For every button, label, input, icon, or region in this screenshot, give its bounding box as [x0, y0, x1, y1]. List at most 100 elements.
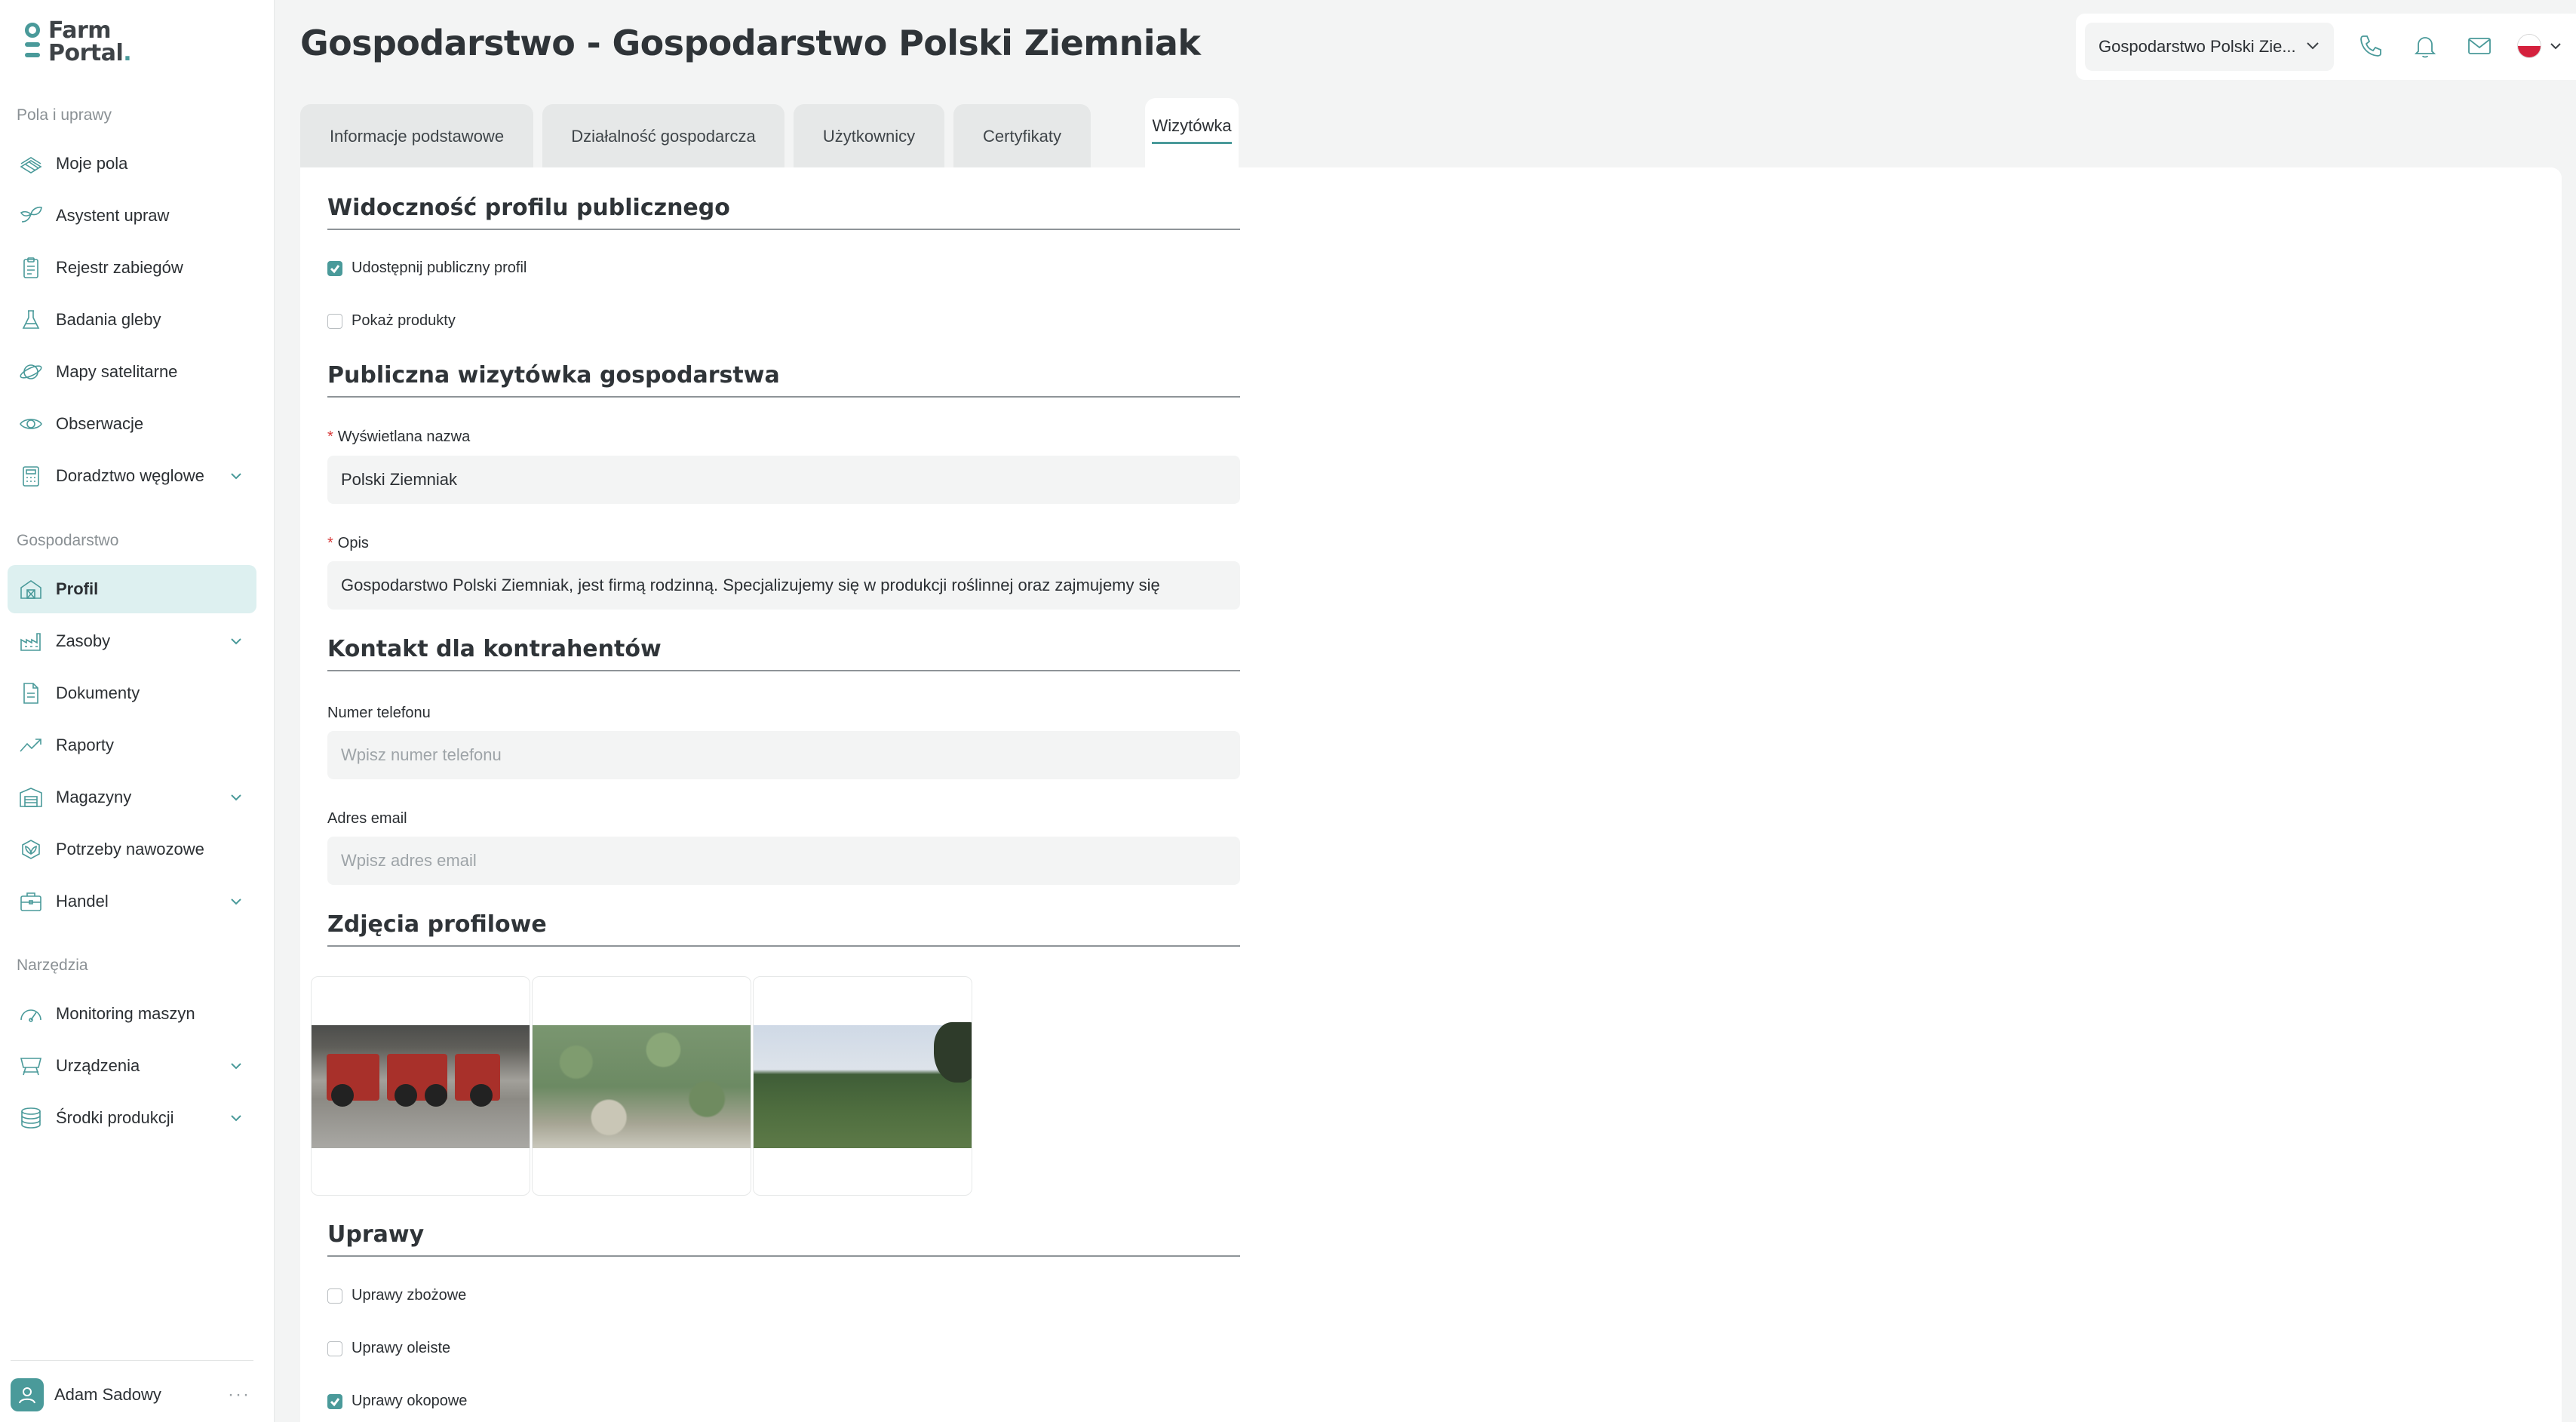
tab-dzialalnosc-gospodarcza[interactable]: Działalność gospodarcza	[542, 104, 784, 169]
sidebar-item-label: Dokumenty	[56, 683, 140, 702]
factory-icon	[18, 628, 44, 654]
email-label: Adres email	[327, 810, 407, 827]
checkbox-label: Pokaż produkty	[352, 312, 456, 329]
sidebar-item-rejestr-zabiegow[interactable]: Rejestr zabiegów	[8, 244, 256, 292]
user-menu[interactable]: Adam Sadowy ···	[11, 1377, 253, 1412]
section-title-visibility: Widoczność profilu publicznego	[327, 195, 1240, 230]
checkbox-checked-icon[interactable]	[327, 260, 342, 276]
mail-icon[interactable]	[2467, 33, 2494, 60]
sidebar-item-mapy-satelitarne[interactable]: Mapy satelitarne	[8, 348, 256, 396]
tab-informacje-podstawowe[interactable]: Informacje podstawowe	[300, 104, 533, 169]
device-icon	[18, 1053, 44, 1079]
required-mark: *	[327, 428, 333, 445]
sidebar-item-label: Potrzeby nawozowe	[56, 840, 204, 858]
sidebar-item-label: Zasoby	[56, 631, 111, 650]
farm-selector[interactable]: Gospodarstwo Polski Zie...	[2085, 23, 2334, 71]
sidebar-item-obserwacje[interactable]: Obserwacje	[8, 400, 256, 448]
display-name-field[interactable]	[327, 456, 1240, 504]
section-title-contact: Kontakt dla kontrahentów	[327, 636, 1240, 671]
photo-card-machinery[interactable]	[311, 976, 530, 1196]
chevron-down-icon[interactable]	[228, 633, 244, 650]
section-title-photos: Zdjęcia profilowe	[327, 911, 1240, 947]
user-name: Adam Sadowy	[54, 1385, 161, 1404]
checkbox-unchecked-icon[interactable]	[327, 313, 342, 329]
farm-portal-logo[interactable]: Farm Portal.	[23, 17, 132, 66]
sidebar-item-label: Handel	[56, 892, 109, 911]
checkbox-unchecked-icon[interactable]	[327, 1288, 342, 1304]
sprout-icon	[18, 203, 44, 229]
fields-icon	[18, 151, 44, 177]
sidebar-item-profil[interactable]: Profil	[8, 565, 256, 613]
sidebar-item-doradztwo-weglowe[interactable]: Doradztwo węglowe	[8, 452, 256, 500]
sidebar: Farm Portal. Pola i uprawy Moje pola Asy…	[0, 0, 275, 1422]
checkbox-label: Uprawy zbożowe	[352, 1287, 467, 1304]
sidebar-item-dokumenty[interactable]: Dokumenty	[8, 669, 256, 717]
checkbox-unchecked-icon[interactable]	[327, 1341, 342, 1356]
phone-field[interactable]	[327, 731, 1240, 779]
clipboard-icon	[18, 255, 44, 281]
leaf-box-icon	[18, 837, 44, 862]
sidebar-item-label: Asystent upraw	[56, 206, 170, 225]
sidebar-item-urzadzenia[interactable]: Urządzenia	[8, 1042, 256, 1090]
section-title-crops: Uprawy	[327, 1221, 1240, 1257]
tab-certyfikaty[interactable]: Certyfikaty	[953, 104, 1091, 169]
tab-uzytkownicy[interactable]: Użytkownicy	[794, 104, 944, 169]
eye-icon	[18, 411, 44, 437]
email-field[interactable]	[327, 837, 1240, 885]
sidebar-item-moje-pola[interactable]: Moje pola	[8, 140, 256, 188]
machinery-shed-photo	[312, 1025, 530, 1148]
crop-root-checkbox[interactable]: Uprawy okopowe	[327, 1393, 467, 1410]
avatar	[11, 1378, 44, 1411]
tab-wizytowka[interactable]: Wizytówka	[1145, 98, 1239, 169]
nav-section-title: Gospodarstwo	[17, 532, 119, 549]
checkbox-label: Udostępnij publiczny profil	[352, 260, 527, 276]
poland-flag-icon[interactable]	[2517, 34, 2541, 58]
sidebar-item-label: Raporty	[56, 736, 115, 754]
phone-label: Numer telefonu	[327, 705, 431, 721]
share-profile-checkbox[interactable]: Udostępnij publiczny profil	[327, 260, 527, 277]
phone-icon[interactable]	[2358, 33, 2385, 60]
crop-oilseed-checkbox[interactable]: Uprawy oleiste	[327, 1340, 450, 1357]
sidebar-item-label: Obserwacje	[56, 414, 144, 433]
sidebar-item-label: Magazyny	[56, 788, 132, 806]
sidebar-item-srodki-produkcji[interactable]: Środki produkcji	[8, 1094, 256, 1142]
farm-selector-value: Gospodarstwo Polski Zie...	[2099, 37, 2296, 56]
sidebar-item-asystent-upraw[interactable]: Asystent upraw	[8, 192, 256, 240]
potato-plants-photo	[533, 1025, 751, 1148]
sidebar-item-label: Badania gleby	[56, 310, 161, 329]
sidebar-item-raporty[interactable]: Raporty	[8, 721, 256, 769]
sidebar-item-potrzeby-nawozowe[interactable]: Potrzeby nawozowe	[8, 825, 256, 874]
sidebar-item-badania-gleby[interactable]: Badania gleby	[8, 296, 256, 344]
chevron-down-icon[interactable]	[2547, 38, 2564, 58]
planet-icon	[18, 359, 44, 385]
chevron-down-icon[interactable]	[228, 789, 244, 806]
warehouse-icon	[18, 785, 44, 810]
sidebar-item-label: Mapy satelitarne	[56, 362, 178, 381]
checkbox-checked-icon[interactable]	[327, 1393, 342, 1409]
field-landscape-photo	[754, 1022, 972, 1148]
chevron-down-icon[interactable]	[228, 893, 244, 910]
sidebar-item-zasoby[interactable]: Zasoby	[8, 617, 256, 665]
gauge-icon	[18, 1001, 44, 1027]
description-field[interactable]	[327, 561, 1240, 610]
sidebar-item-handel[interactable]: Handel	[8, 877, 256, 926]
bell-icon[interactable]	[2412, 33, 2439, 60]
chevron-down-icon[interactable]	[228, 1058, 244, 1074]
flask-icon	[18, 307, 44, 333]
photo-card-field[interactable]	[753, 976, 972, 1196]
chevron-down-icon[interactable]	[228, 1110, 244, 1126]
stack-icon	[18, 1105, 44, 1131]
logo-text: Farm Portal.	[48, 17, 132, 66]
wizytowka-panel: Widoczność profilu publicznego Udostępni…	[300, 167, 2562, 1422]
more-options-icon[interactable]: ···	[228, 1384, 250, 1405]
sidebar-item-monitoring-maszyn[interactable]: Monitoring maszyn	[8, 990, 256, 1038]
trend-icon	[18, 732, 44, 758]
nav-section-title: Narzędzia	[17, 957, 88, 974]
chevron-down-icon[interactable]	[228, 468, 244, 484]
photo-card-plants[interactable]	[532, 976, 751, 1196]
page-title: Gospodarstwo - Gospodarstwo Polski Ziemn…	[300, 23, 1201, 63]
show-products-checkbox[interactable]: Pokaż produkty	[327, 312, 456, 330]
crop-cereal-checkbox[interactable]: Uprawy zbożowe	[327, 1287, 466, 1304]
sidebar-item-label: Moje pola	[56, 154, 128, 173]
sidebar-item-magazyny[interactable]: Magazyny	[8, 773, 256, 822]
